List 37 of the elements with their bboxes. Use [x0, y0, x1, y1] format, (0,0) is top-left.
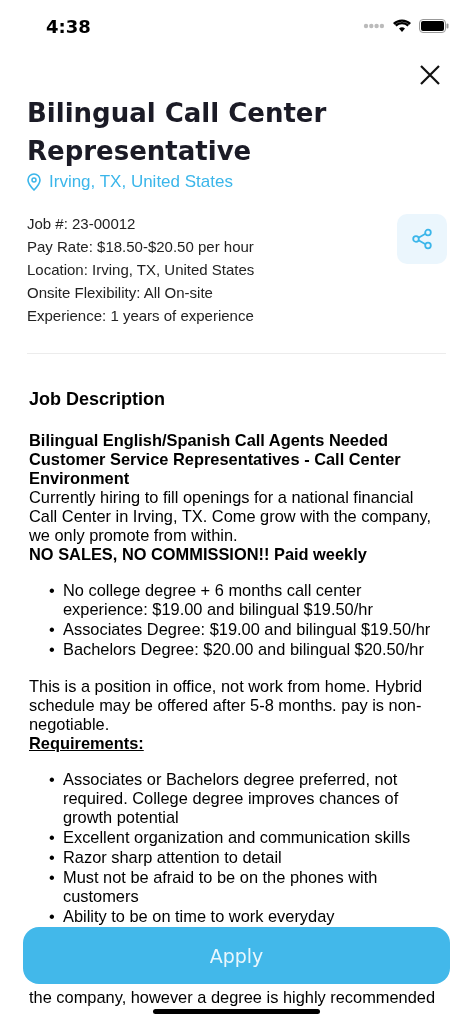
bullet-item: Must not be afraid to be on the phones with customers [63, 868, 379, 906]
bullet-item: Ability to be on time to work everyday [63, 907, 335, 926]
bullet-item: Associates or Bachelors degree preferred, not required. College degree improves chances of growth potential [63, 770, 400, 827]
job-detail: Location: Irving, TX, United States [27, 260, 255, 279]
wifi-icon [393, 19, 411, 33]
bold-paragraph: Bilingual English/Spanish Call Agents Needed Customer Service Representatives - Call Center Environment [29, 431, 402, 488]
signal-icon [363, 23, 385, 29]
section-heading: Requirements: [29, 734, 145, 753]
bold-paragraph: NO SALES, NO COMMISSION!! Paid weekly [29, 545, 368, 564]
job-detail: Pay Rate: $18.50-$20.50 per hour [27, 237, 255, 256]
bullet-item: Razor sharp attention to detail [63, 848, 282, 867]
bullet-mark: • [49, 581, 56, 601]
bullet-mark: • [49, 848, 56, 867]
bullet-mark: • [49, 640, 56, 659]
job-location: Irving, TX, United States [49, 172, 233, 192]
job-detail: Job #: 23-00012 [27, 214, 137, 233]
bullet-mark: • [49, 620, 56, 639]
bullet-mark: • [49, 828, 56, 847]
paragraph: Currently hiring to fill openings for a national financial Call Center in Irving, TX. Come grow with the company, we only promote from within. [29, 488, 433, 545]
paragraph: This is a position in office, not work from home. Hybrid schedule may be offered after 5-8 months. pay is non-negotiable. [29, 677, 424, 734]
status-time: 4:38 [46, 15, 91, 37]
bullet-item: Associates Degree: $19.00 and bilingual $19.50/hr [63, 620, 431, 639]
bullet-mark: • [49, 868, 56, 888]
bullet-mark: • [49, 907, 56, 926]
battery-icon [419, 19, 449, 33]
job-detail: Onsite Flexibility: All On-site [27, 283, 214, 302]
bullet-item: Excellent organization and communication skills [63, 828, 411, 847]
section-heading: Job Description [29, 390, 167, 409]
location-pin-icon [27, 173, 41, 191]
bullet-item: No college degree + 6 months call center experience: $19.00 and bilingual $19.50/hr [63, 581, 374, 619]
bullet-mark: • [49, 770, 56, 790]
paragraph: the company, however a degree is highly recommended [29, 988, 437, 1007]
job-title: Bilingual Call Center Representative [27, 97, 328, 168]
apply-button[interactable]: Apply [23, 927, 450, 984]
job-detail: Experience: 1 years of experience [27, 306, 255, 325]
share-icon [411, 228, 433, 250]
bullet-item: Bachelors Degree: $20.00 and bilingual $20.50/hr [63, 640, 424, 659]
